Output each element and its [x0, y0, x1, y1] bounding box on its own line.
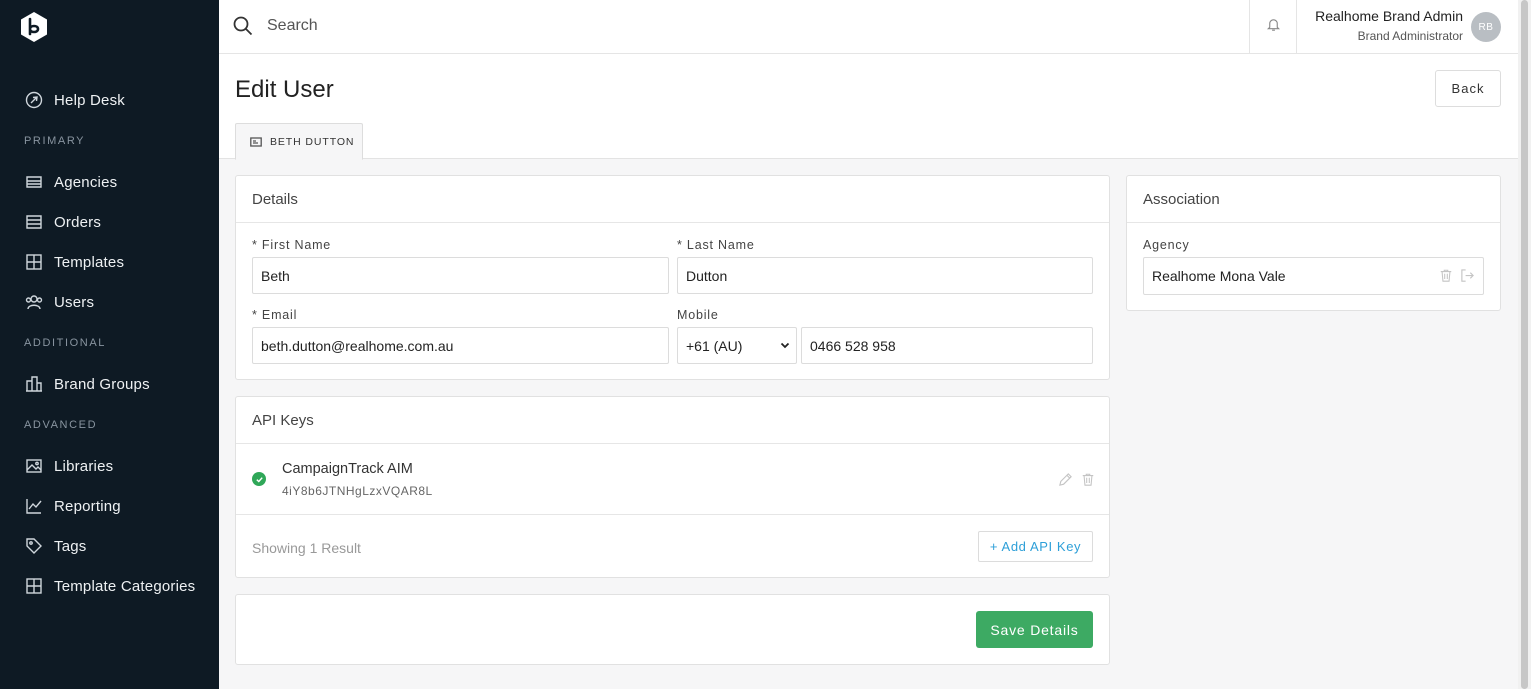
check-circle-icon — [252, 472, 266, 486]
app-logo-icon[interactable] — [20, 12, 48, 42]
sidebar-item-label: Libraries — [54, 457, 114, 475]
tags-icon — [24, 537, 43, 556]
users-icon — [24, 293, 43, 312]
sidebar-section-additional: ADDITIONAL — [24, 337, 107, 349]
sidebar: Help Desk PRIMARY Agencies Orders Templa… — [0, 0, 219, 689]
sidebar-item-label: Help Desk — [54, 91, 125, 109]
template-categories-icon — [24, 577, 43, 596]
details-card: Details * First Name * Last Name * Email… — [235, 175, 1110, 380]
sidebar-item-label: Tags — [54, 537, 87, 555]
sign-out-icon[interactable] — [1460, 268, 1476, 284]
sidebar-item-libraries[interactable]: Libraries — [24, 454, 113, 478]
api-key-value: 4iY8b6JTNHgLzxVQAR8L — [282, 484, 433, 498]
trash-icon[interactable] — [1081, 472, 1097, 488]
sidebar-item-label: Template Categories — [54, 577, 196, 595]
notifications-button[interactable] — [1249, 0, 1297, 53]
trash-icon[interactable] — [1439, 268, 1455, 284]
page-title: Edit User — [235, 76, 334, 103]
mobile-input[interactable] — [801, 327, 1093, 364]
scrollbar-thumb[interactable] — [1521, 0, 1528, 689]
page-header: Edit User Back BETH DUTTON — [219, 54, 1518, 160]
bell-icon — [1266, 17, 1281, 37]
user-name[interactable]: Realhome Brand Admin — [1315, 8, 1463, 24]
libraries-icon — [24, 457, 43, 476]
sidebar-section-advanced: ADVANCED — [24, 419, 98, 431]
last-name-label: * Last Name — [677, 238, 755, 252]
sidebar-item-reporting[interactable]: Reporting — [24, 494, 121, 518]
sidebar-item-agencies[interactable]: Agencies — [24, 170, 117, 194]
brand-groups-icon — [24, 375, 43, 394]
sidebar-item-label: Templates — [54, 253, 125, 271]
list-item: CampaignTrack AIM 4iY8b6JTNHgLzxVQAR8L — [236, 444, 1109, 515]
tab-label: BETH DUTTON — [270, 135, 355, 148]
back-button[interactable]: Back — [1435, 70, 1501, 107]
api-keys-heading: API Keys — [236, 397, 1109, 444]
id-card-icon — [250, 136, 262, 147]
email-label: * Email — [252, 308, 298, 322]
user-role: Brand Administrator — [1357, 29, 1463, 43]
country-code-value: +61 (AU) — [686, 337, 743, 354]
topbar: Realhome Brand Admin Brand Administrator… — [219, 0, 1518, 54]
templates-icon — [24, 253, 43, 272]
api-key-name: CampaignTrack AIM — [282, 461, 413, 477]
sidebar-item-label: Agencies — [54, 173, 118, 191]
agency-label: Agency — [1143, 238, 1190, 252]
sidebar-section-primary: PRIMARY — [24, 135, 86, 147]
edit-pencil-icon[interactable] — [1058, 472, 1074, 488]
email-input[interactable] — [252, 327, 669, 364]
chevron-down-icon — [780, 342, 790, 349]
country-code-select[interactable]: +61 (AU) — [677, 327, 797, 364]
agency-value: Realhome Mona Vale — [1152, 268, 1286, 284]
sidebar-item-orders[interactable]: Orders — [24, 210, 101, 234]
first-name-label: * First Name — [252, 238, 332, 252]
agency-field: Realhome Mona Vale — [1143, 257, 1484, 295]
association-card: Association Agency Realhome Mona Vale — [1126, 175, 1501, 311]
tab-user[interactable]: BETH DUTTON — [235, 123, 363, 160]
api-keys-card: API Keys CampaignTrack AIM 4iY8b6JTNHgLz… — [235, 396, 1110, 578]
avatar[interactable]: RB — [1471, 12, 1501, 42]
orders-icon — [24, 213, 43, 232]
association-heading: Association — [1127, 176, 1500, 223]
first-name-input[interactable] — [252, 257, 669, 294]
sidebar-item-users[interactable]: Users — [24, 290, 94, 314]
sidebar-item-template-categories[interactable]: Template Categories — [24, 574, 195, 598]
sidebar-item-label: Brand Groups — [54, 375, 150, 393]
save-card: Save Details — [235, 594, 1110, 665]
save-details-button[interactable]: Save Details — [976, 611, 1093, 648]
search-icon — [233, 16, 253, 36]
last-name-input[interactable] — [677, 257, 1093, 294]
agencies-icon — [24, 173, 43, 192]
sidebar-item-label: Orders — [54, 213, 102, 231]
add-api-key-button[interactable]: + Add API Key — [978, 531, 1093, 562]
sidebar-item-tags[interactable]: Tags — [24, 534, 87, 558]
result-count: Showing 1 Result — [252, 540, 361, 556]
sidebar-item-brand-groups[interactable]: Brand Groups — [24, 372, 150, 396]
reporting-icon — [24, 497, 43, 516]
sidebar-item-label: Users — [54, 293, 95, 311]
sidebar-item-label: Reporting — [54, 497, 121, 515]
search-input[interactable] — [267, 12, 1167, 40]
sidebar-item-help-desk[interactable]: Help Desk — [24, 88, 125, 112]
mobile-label: Mobile — [677, 308, 719, 322]
help-desk-icon — [24, 91, 43, 110]
details-heading: Details — [236, 176, 1109, 223]
sidebar-item-templates[interactable]: Templates — [24, 250, 124, 274]
